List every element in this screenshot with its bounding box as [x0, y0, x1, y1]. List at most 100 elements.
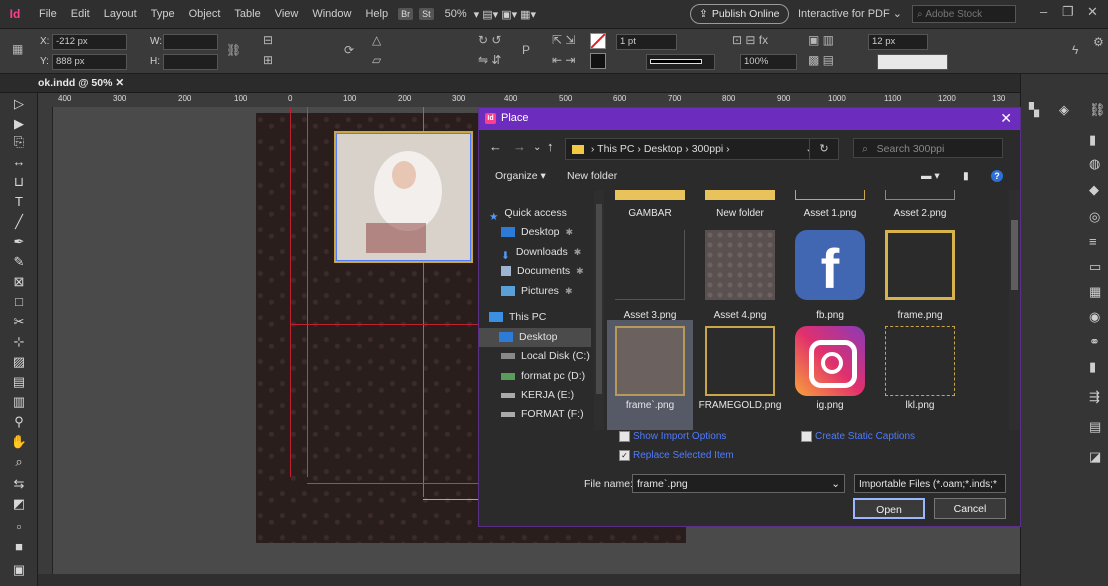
replace-selected-item-checkbox[interactable]: ✓ Replace Selected Item — [619, 450, 734, 461]
eyedropper-tool-icon[interactable]: ⚲ — [10, 413, 28, 431]
menu-table[interactable]: Table — [227, 8, 267, 20]
refresh-button[interactable]: ↻ — [809, 138, 839, 160]
stroke-panel-icon[interactable]: ▮ — [1089, 132, 1096, 148]
nav-quick-access[interactable]: ★ Quick access — [489, 204, 599, 223]
scale-y-icon[interactable]: ⊞ — [263, 53, 273, 67]
shear-angle-icon[interactable]: ▱ — [372, 53, 381, 67]
links-panel-icon[interactable]: ⛓ — [1089, 102, 1106, 118]
buttons-panel-icon[interactable]: ⇶ — [1089, 389, 1100, 405]
nav-documents[interactable]: Documents ✱ — [489, 262, 611, 281]
line-tool-icon[interactable]: ╱ — [10, 213, 28, 231]
nav-desktop-pc[interactable]: Desktop — [479, 328, 591, 347]
file-item-lkl[interactable]: lkl.png — [877, 320, 963, 430]
preview-panel-icon[interactable]: ◪ — [1089, 449, 1101, 465]
nav-downloads[interactable]: ⬇ Downloads ✱ — [489, 243, 611, 262]
menu-layout[interactable]: Layout — [97, 8, 144, 20]
size-input[interactable]: 12 px — [868, 34, 928, 50]
stock-button[interactable]: St — [419, 8, 434, 20]
open-button[interactable]: Open — [853, 498, 925, 519]
rotate-icon[interactable]: ⟳ — [344, 43, 354, 57]
nav-desktop[interactable]: Desktop ✱ — [489, 223, 611, 242]
reference-point-icon[interactable]: ▦ — [12, 42, 23, 56]
stroke-swatch-icon[interactable] — [590, 53, 606, 69]
file-item-ig[interactable]: ig.png — [787, 320, 873, 430]
file-name-input[interactable]: frame`.png ⌄ — [632, 474, 845, 493]
view-options-icon[interactable]: ▾ ▤▾ ▣▾ ▦▾ — [467, 8, 543, 21]
menu-window[interactable]: Window — [305, 8, 358, 20]
search-input[interactable]: ⌕ Search 300ppi — [853, 138, 1003, 158]
pages-panel-icon[interactable]: ▚ — [1029, 102, 1039, 118]
preview-pane-icon[interactable]: ▮ — [963, 170, 969, 182]
show-import-options-checkbox[interactable]: Show Import Options — [619, 431, 726, 442]
quick-apply-icon[interactable]: ϟ — [1072, 43, 1078, 57]
file-item-framegold[interactable]: FRAMEGOLD.png — [697, 320, 783, 430]
menu-file[interactable]: File — [32, 8, 64, 20]
scroll-thumb[interactable] — [1011, 220, 1018, 290]
page-tool-icon[interactable]: ⎘ — [10, 133, 28, 151]
rotation-angle-icon[interactable]: △ — [372, 33, 381, 47]
nav-kerja[interactable]: KERJA (E:) — [489, 386, 611, 405]
select-container-icon[interactable]: ⇱ ⇲ — [552, 33, 575, 47]
create-static-captions-checkbox[interactable]: Create Static Captions — [801, 431, 915, 442]
stroke-type-select[interactable] — [646, 54, 715, 70]
up-arrow-icon[interactable]: ↑ — [547, 139, 554, 154]
content-collector-icon[interactable]: ⊔ — [10, 173, 28, 191]
layers-panel-icon[interactable]: ◈ — [1059, 102, 1069, 118]
menu-object[interactable]: Object — [182, 8, 228, 20]
rotate-90-icon[interactable]: ↻ ↺ — [478, 33, 501, 47]
hyperlinks-panel-icon[interactable]: ⚭ — [1089, 334, 1100, 350]
gradient-feather-tool-icon[interactable]: ▤ — [10, 373, 28, 391]
object-states-icon[interactable]: ▤ — [1089, 419, 1101, 435]
dialog-close-icon[interactable]: ✕ — [1000, 110, 1012, 127]
organize-menu[interactable]: Organize ▾ — [495, 170, 546, 182]
chevron-down-icon[interactable]: ⌄ — [831, 475, 840, 494]
opacity-input[interactable]: 100% — [740, 54, 797, 70]
nav-pane-scrollbar[interactable] — [594, 190, 604, 430]
menu-view[interactable]: View — [268, 8, 306, 20]
swatches-panel-icon[interactable]: ◆ — [1089, 182, 1099, 198]
cc-libraries-icon[interactable]: ◉ — [1089, 309, 1100, 325]
workspace-switcher[interactable]: Interactive for PDF ⌄ — [798, 7, 902, 20]
rectangle-frame-tool-icon[interactable]: ⊠ — [10, 273, 28, 291]
back-arrow-icon[interactable]: ← — [489, 139, 502, 154]
color-panel-icon[interactable]: ◍ — [1089, 156, 1100, 172]
new-folder-button[interactable]: New folder — [567, 170, 617, 182]
file-list-scrollbar[interactable] — [1009, 190, 1020, 430]
forward-arrow-icon[interactable]: → — [513, 139, 526, 154]
formatting-affects-icon[interactable]: ▫ — [10, 518, 28, 536]
paragraph-panel-icon[interactable]: ≡ — [1089, 234, 1097, 249]
fill-stroke-icon[interactable]: ◩ — [10, 495, 28, 513]
effects-swatch[interactable] — [877, 54, 948, 70]
scale-x-icon[interactable]: ⊟ — [263, 33, 273, 47]
breadcrumb-300ppi[interactable]: 300ppi — [692, 143, 724, 155]
nav-this-pc[interactable]: This PC — [489, 308, 599, 327]
nav-local-disk[interactable]: Local Disk (C:) — [489, 347, 611, 366]
menu-edit[interactable]: Edit — [64, 8, 97, 20]
gap-tool-icon[interactable]: ↔ — [10, 153, 28, 171]
nav-scroll-thumb[interactable] — [596, 204, 602, 394]
nav-format-pc[interactable]: format pc (D:) — [489, 367, 611, 386]
zoom-level[interactable]: 50% — [445, 8, 467, 20]
pencil-tool-icon[interactable]: ✎ — [10, 253, 28, 271]
menu-help[interactable]: Help — [358, 8, 395, 20]
gradient-swatch-tool-icon[interactable]: ▨ — [10, 353, 28, 371]
selection-tool-icon[interactable]: ▷ — [10, 95, 28, 113]
image-frame[interactable] — [334, 131, 473, 263]
flip-icon[interactable]: ⇋ ⇵ — [478, 53, 501, 67]
p-flip-icon[interactable]: P — [522, 43, 530, 57]
file-item-frame-selected[interactable]: frame`.png — [607, 320, 693, 430]
recent-locations-chevron-icon[interactable]: ⌄ — [533, 142, 541, 153]
menu-type[interactable]: Type — [144, 8, 182, 20]
height-input[interactable] — [163, 54, 218, 70]
fill-swatch-icon[interactable] — [590, 33, 606, 49]
rectangle-tool-icon[interactable]: □ — [10, 293, 28, 311]
stock-search-input[interactable]: ⌕ Adobe Stock — [912, 5, 1016, 23]
address-bar[interactable]: › This PC › Desktop › 300ppi › ⌄ — [565, 138, 837, 160]
close-tab-icon[interactable]: ✕ — [115, 77, 124, 89]
note-tool-icon[interactable]: ▥ — [10, 393, 28, 411]
type-tool-icon[interactable]: T — [10, 193, 28, 211]
effects-panel-icon[interactable]: ◎ — [1089, 209, 1100, 225]
close-icon[interactable]: ✕ — [1087, 4, 1098, 20]
width-input[interactable] — [163, 34, 218, 50]
character-panel-icon[interactable]: ▭ — [1089, 259, 1101, 275]
